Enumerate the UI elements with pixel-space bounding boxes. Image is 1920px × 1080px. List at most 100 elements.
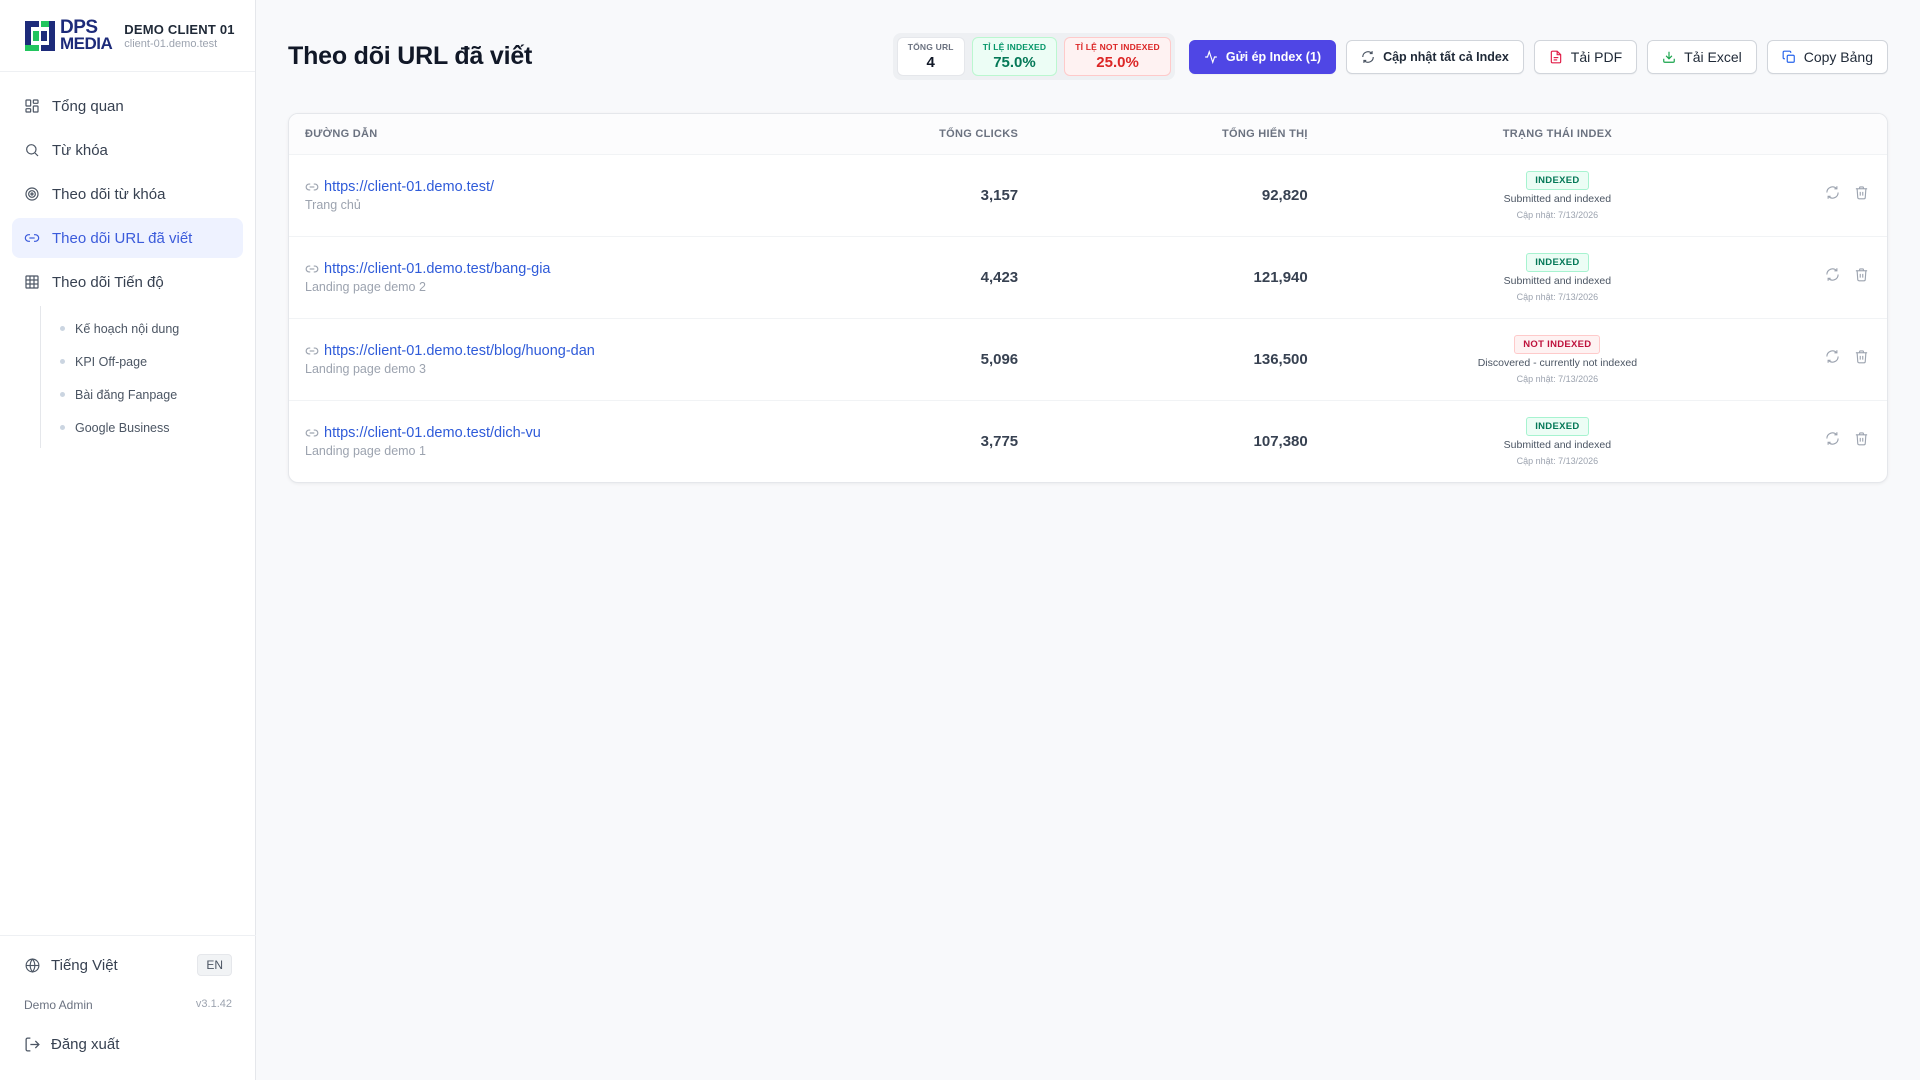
logout-icon [25, 1037, 40, 1052]
link-icon [24, 234, 40, 242]
subnav-item-kpi-offpage[interactable]: KPI Off-page [41, 345, 243, 378]
index-updated-date: Cập nhật: 7/13/2026 [1516, 456, 1599, 467]
language-selector[interactable]: Tiếng Việt [24, 957, 118, 974]
language-toggle-button[interactable]: EN [197, 954, 232, 976]
nav-item-label: Theo dõi URL đã viết [52, 229, 193, 247]
link-icon [305, 429, 319, 437]
url-table: ĐƯỜNG DẪN TỔNG CLICKS TỔNG HIỂN THỊ TRẠN… [289, 114, 1887, 482]
actions-cell [1807, 400, 1887, 482]
toolbar: TỔNG URL 4 TỈ LỆ INDEXED 75.0% TỈ LỆ NOT… [892, 33, 1888, 80]
download-excel-button[interactable]: Tải Excel [1647, 39, 1757, 74]
stat-label: TỈ LỆ INDEXED [982, 42, 1047, 52]
logo-text-media: MEDIA [60, 34, 113, 54]
url-cell: https://client-01.demo.test/blog/huong-d… [289, 318, 848, 400]
index-status-description: Submitted and indexed [1503, 439, 1612, 452]
stat-total-url: TỔNG URL 4 [896, 37, 965, 76]
link-icon [305, 183, 319, 190]
progress-subnav: Kế hoạch nội dung KPI Off-page Bài đăng … [40, 306, 243, 448]
file-pdf-icon [1550, 50, 1562, 63]
clicks-cell: 4,423 [980, 268, 1019, 286]
table-row: https://client-01.demo.test/bang-gia Lan… [289, 236, 1887, 318]
url-page-title: Landing page demo 1 [305, 443, 426, 458]
link-icon [305, 347, 319, 354]
stat-label: TỔNG URL [907, 42, 954, 52]
actions-cell [1807, 236, 1887, 318]
nav-item-overview[interactable]: Tổng quan [12, 86, 243, 126]
column-header-actions [1807, 114, 1887, 155]
subnav-item-fanpage-posts[interactable]: Bài đăng Fanpage [41, 378, 243, 411]
copy-table-button[interactable]: Copy Bảng [1766, 39, 1888, 74]
stat-value: 75.0% [993, 54, 1036, 71]
nav-item-label: Theo dõi Tiến độ [52, 273, 164, 291]
bullet-dot-icon [60, 359, 65, 364]
submit-index-button[interactable]: Gửi ép Index (1) [1188, 39, 1337, 74]
stat-label: TỈ LỆ NOT INDEXED [1075, 42, 1160, 52]
sidebar: DPS MEDIA DEMO CLIENT 01 client-01.demo.… [0, 0, 256, 1080]
refresh-all-index-button[interactable]: Cập nhật tất cả Index [1346, 39, 1524, 74]
column-header-impressions[interactable]: TỔNG HIỂN THỊ [1018, 114, 1308, 155]
app-version: v3.1.42 [195, 998, 232, 1010]
subnav-item-content-plan[interactable]: Kế hoạch nội dung [41, 312, 243, 345]
index-status-badge: NOT INDEXED [1514, 335, 1601, 354]
column-header-clicks[interactable]: TỔNG CLICKS [848, 114, 1019, 155]
nav-item-label: Theo dõi từ khóa [52, 185, 166, 203]
index-status-cell: NOT INDEXED Discovered - currently not i… [1308, 318, 1807, 400]
impressions-cell: 121,940 [1253, 268, 1308, 286]
subnav-item-google-business[interactable]: Google Business [41, 411, 243, 444]
dps-media-logo[interactable]: DPS MEDIA [24, 18, 113, 54]
trash-icon[interactable] [1854, 267, 1869, 282]
button-label: Gửi ép Index (1) [1225, 49, 1322, 64]
index-status-badge: INDEXED [1526, 171, 1589, 190]
index-status-badge: INDEXED [1526, 417, 1589, 437]
logout-button[interactable]: Đăng xuất [24, 1036, 232, 1053]
download-icon [1663, 51, 1675, 63]
grid-icon [25, 99, 39, 113]
globe-icon [25, 957, 40, 973]
subnav-label: KPI Off-page [75, 354, 148, 369]
download-pdf-button[interactable]: Tải PDF [1533, 39, 1638, 74]
copy-icon [1782, 50, 1795, 63]
url-cell: https://client-01.demo.test/ Trang chủ [289, 154, 848, 236]
bullet-dot-icon [60, 392, 65, 397]
refresh-icon[interactable] [1825, 267, 1840, 282]
table-row: https://client-01.demo.test/dich-vu Land… [289, 400, 1887, 482]
refresh-icon[interactable] [1825, 185, 1840, 200]
refresh-icon [1362, 50, 1374, 63]
refresh-icon[interactable] [1825, 349, 1840, 364]
index-updated-date: Cập nhật: 7/13/2026 [1516, 292, 1599, 302]
link-icon [305, 265, 319, 272]
client-name: DEMO CLIENT 01 [124, 21, 235, 37]
stat-not-indexed-rate: TỈ LỆ NOT INDEXED 25.0% [1064, 37, 1171, 76]
target-icon [25, 187, 39, 201]
nav-item-label: Từ khóa [52, 141, 108, 159]
index-status-cell: INDEXED Submitted and indexed Cập nhật: … [1308, 154, 1807, 236]
refresh-icon[interactable] [1825, 431, 1840, 446]
impressions-cell: 107,380 [1253, 432, 1308, 450]
trash-icon[interactable] [1854, 431, 1869, 446]
nav-item-url-tracking[interactable]: Theo dõi URL đã viết [12, 218, 243, 258]
column-header-url[interactable]: ĐƯỜNG DẪN [289, 114, 849, 155]
stat-value: 4 [926, 54, 935, 71]
url-link[interactable]: https://client-01.demo.test/dich-vu [324, 425, 541, 441]
url-link[interactable]: https://client-01.demo.test/bang-gia [324, 261, 551, 277]
nav-item-keywords[interactable]: Từ khóa [12, 130, 243, 170]
button-label: Tải PDF [1570, 48, 1623, 65]
url-link[interactable]: https://client-01.demo.test/ [324, 179, 494, 195]
url-page-title: Landing page demo 3 [305, 361, 426, 376]
nav-item-keyword-tracking[interactable]: Theo dõi từ khóa [12, 174, 243, 214]
subnav-label: Bài đăng Fanpage [75, 387, 178, 402]
nav-item-label: Tổng quan [52, 97, 124, 115]
table-icon [25, 275, 39, 289]
activity-icon [1205, 49, 1217, 64]
url-link[interactable]: https://client-01.demo.test/blog/huong-d… [324, 343, 595, 359]
nav-item-progress-tracking[interactable]: Theo dõi Tiến độ [12, 262, 243, 302]
url-cell: https://client-01.demo.test/dich-vu Land… [289, 400, 848, 482]
main-content: Theo dõi URL đã viết TỔNG URL 4 TỈ LỆ IN… [288, 0, 1888, 483]
trash-icon[interactable] [1854, 185, 1869, 200]
trash-icon[interactable] [1854, 349, 1869, 364]
column-header-status[interactable]: TRẠNG THÁI INDEX [1307, 114, 1807, 155]
index-status-description: Discovered - currently not indexed [1477, 357, 1638, 369]
client-domain: client-01.demo.test [124, 37, 218, 50]
user-name: Demo Admin [24, 998, 93, 1012]
subnav-label: Kế hoạch nội dung [75, 321, 180, 336]
